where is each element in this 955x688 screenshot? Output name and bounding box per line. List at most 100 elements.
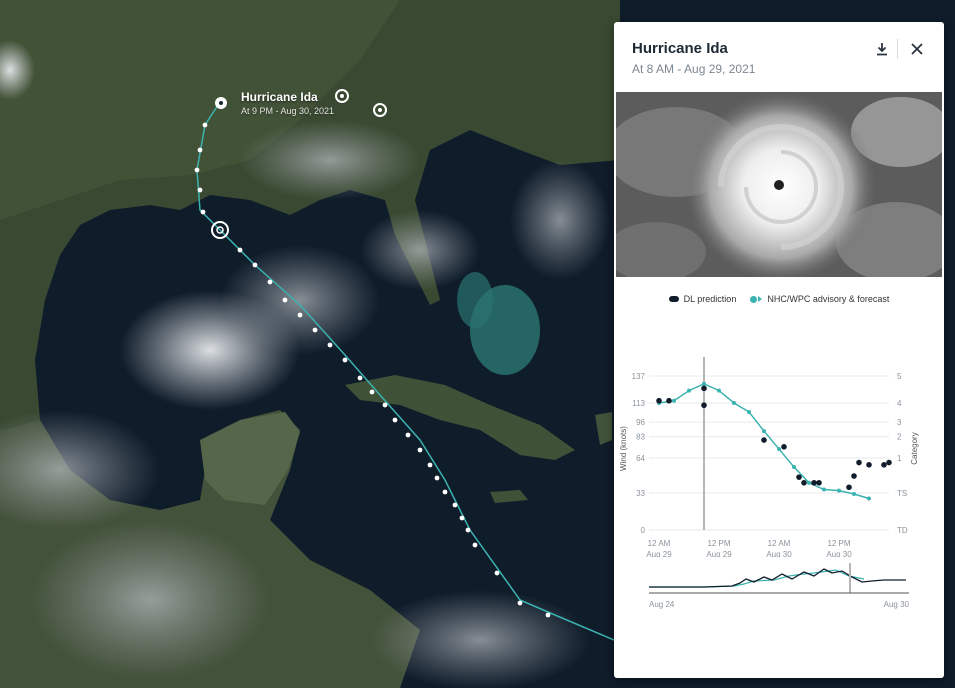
legend-label-nhc: NHC/WPC advisory & forecast [767,294,890,304]
nhc-point [867,496,871,501]
track-point [459,515,465,521]
panel-title: Hurricane Ida [632,40,728,57]
nhc-point [807,480,811,485]
dl-point [701,385,707,392]
y-tick-label: 83 [636,433,645,442]
legend-swatch-nhc [750,295,763,303]
track-point [405,432,411,438]
nhc-point [687,388,691,393]
dl-point [761,437,767,443]
dl-point [846,484,852,491]
x-tick-label: Aug 29 [706,550,732,557]
dl-point [811,479,817,486]
dl-point [656,397,662,404]
overview-start-label: Aug 24 [649,600,675,609]
track-point [297,312,303,318]
y-axis-right-title: Category [910,432,919,464]
close-icon [911,43,923,55]
category-tick-label: TS [897,489,907,498]
track-point [197,187,203,193]
track-point [312,327,318,333]
x-tick-label: 12 PM [827,539,850,548]
category-tick-label: TD [897,526,908,535]
category-tick-label: 3 [897,418,902,427]
track-point [252,262,258,268]
nhc-point [792,465,796,470]
category-tick-label: 1 [897,454,902,463]
legend-item-nhc[interactable]: NHC/WPC advisory & forecast [750,294,889,304]
nhc-point [822,487,826,492]
nhc-point [672,398,676,403]
cloud-mass [30,520,270,680]
download-icon [877,43,887,56]
x-tick-label: 12 AM [648,539,671,548]
cloud-mass [370,590,590,688]
track-point [452,502,458,508]
satellite-storm-image [616,92,942,277]
x-tick-label: Aug 30 [766,550,792,557]
track-point [472,542,478,548]
track-point [427,462,433,468]
dl-point [851,473,857,479]
track-point [357,375,363,381]
track-point [545,612,551,618]
track-point [267,279,273,285]
y-tick-label: 33 [636,489,645,498]
storm-detail-panel: Hurricane Ida At 8 AM - Aug 29, 2021 DL … [614,22,944,678]
storm-map-subtitle: At 9 PM - Aug 30, 2021 [241,106,335,116]
dl-point [881,462,887,468]
track-point [327,342,333,348]
panel-header-divider [897,39,898,59]
cloud-mass [510,160,610,280]
storm-map-title: Hurricane Ida [241,90,318,104]
track-point [342,357,348,363]
x-tick-label: 12 AM [768,539,791,548]
track-point [369,389,375,395]
dl-point [801,479,807,486]
track-point [442,489,448,495]
track-point [382,402,388,408]
x-tick-label: 12 PM [707,539,730,548]
y-axis-title: Wind (knots) [619,426,628,471]
download-button[interactable] [869,36,895,62]
track-point [417,447,423,453]
dl-point [856,459,862,466]
y-tick-label: 113 [632,399,645,408]
nhc-point [732,400,736,405]
overview-timeline[interactable]: Aug 24 Aug 30 [614,557,944,617]
bahamas-shallows-2 [457,272,493,328]
legend-swatch-dl [668,296,679,302]
close-button[interactable] [904,36,930,62]
track-point [197,147,203,153]
cloud-mass [240,120,420,200]
dl-point [666,397,672,404]
dl-point [796,474,802,480]
storm-map-label[interactable]: Hurricane Ida At 9 PM - Aug 30, 2021 [241,90,334,116]
track-point [200,209,206,215]
category-tick-label: 5 [897,372,902,381]
overview-line-dl [649,568,906,588]
overview-end-label: Aug 30 [884,600,910,609]
track-point [494,570,500,576]
legend-label-dl: DL prediction [683,294,737,304]
track-point [392,417,398,423]
nhc-point [777,447,781,452]
track-point [282,297,288,303]
x-tick-label: Aug 30 [826,550,852,557]
nhc-point [762,429,766,434]
hurricane-icon[interactable] [215,97,227,109]
wind-intensity-chart[interactable]: 0 33 64 83 96 113 137 TD TS 1 2 3 4 5 12 AM Aug 29 12 PM… [614,322,944,557]
nhc-point [852,492,856,497]
legend-item-dl[interactable]: DL prediction [668,294,737,304]
track-point [202,122,208,128]
track-point [237,247,243,253]
dl-point [781,444,787,450]
track-point [434,475,440,481]
cloud-mass [360,210,480,290]
nhc-point [702,381,706,386]
track-point [517,600,523,606]
y-tick-label: 0 [641,526,646,535]
panel-subtitle: At 8 AM - Aug 29, 2021 [632,62,756,76]
chart-legend: DL prediction NHC/WPC advisory & forecas… [614,294,944,304]
nhc-point [717,388,721,393]
